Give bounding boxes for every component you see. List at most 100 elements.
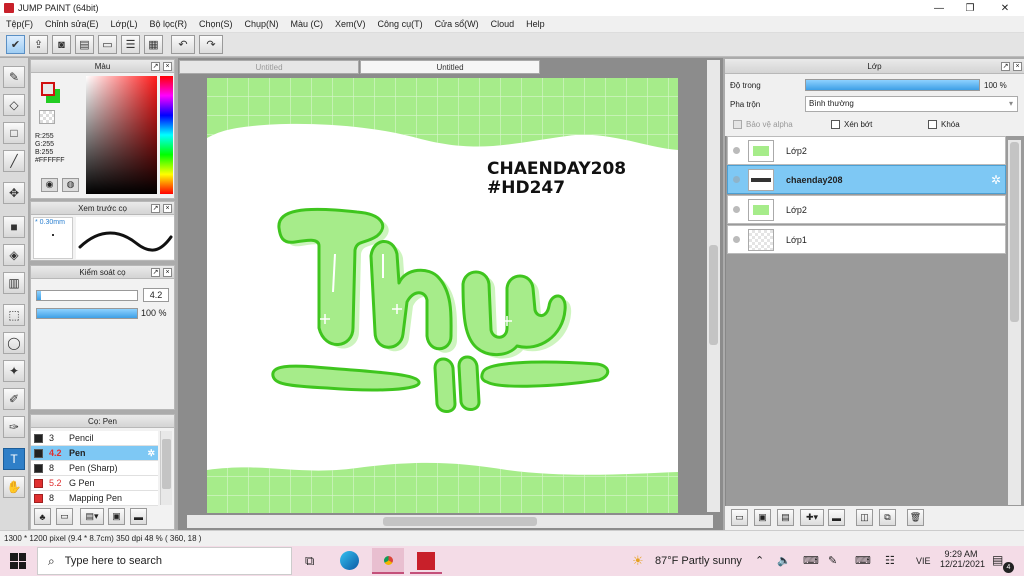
document-icon[interactable]: ▭ — [98, 35, 117, 54]
menu-help[interactable]: Help — [520, 19, 551, 29]
menu-view[interactable]: Xem(V) — [329, 19, 372, 29]
eraser-tool-icon[interactable]: ◇ — [3, 94, 25, 116]
layer-opacity-slider[interactable] — [805, 79, 980, 91]
merge-layer-icon[interactable]: ⧉ — [879, 509, 896, 526]
clip-checkbox[interactable] — [831, 120, 840, 129]
brush-item-pen-sharp[interactable]: 8 Pen (Sharp) — [31, 461, 158, 476]
new-layer-set-icon[interactable]: ▣ — [754, 509, 771, 526]
menu-tools[interactable]: Công cụ(T) — [372, 19, 429, 29]
brush-item-mapping-pen[interactable]: 8 Mapping Pen — [31, 491, 158, 506]
brush-size-value[interactable]: 4.2 — [143, 288, 169, 302]
protect-alpha-checkbox[interactable] — [733, 120, 742, 129]
touch-keyboard-icon[interactable]: ☷ — [885, 554, 895, 567]
mask-layer-icon[interactable]: ◫ — [856, 509, 873, 526]
brush-tool-icon[interactable]: ✎ — [3, 66, 25, 88]
lasso-tool-icon[interactable]: ◯ — [3, 332, 25, 354]
taskbar-search-box[interactable]: ⌕ Type here to search — [37, 547, 292, 575]
brush-item-pencil[interactable]: 3 Pencil — [31, 431, 158, 446]
rectangle-tool-icon[interactable]: □ — [3, 122, 25, 144]
layer-list-scrollbar[interactable] — [1008, 140, 1021, 505]
brush-folder-icon[interactable]: ▬ — [130, 508, 147, 525]
layer-add-menu-icon[interactable]: ✚▾ — [800, 509, 824, 526]
close-button[interactable]: ✕ — [990, 0, 1020, 16]
close-panel-icon[interactable]: × — [163, 204, 172, 213]
windows-start-icon[interactable] — [10, 553, 26, 569]
canvas-vertical-scrollbar[interactable] — [707, 60, 720, 512]
message-icon[interactable]: ▤ — [75, 35, 94, 54]
close-panel-icon[interactable]: × — [163, 268, 172, 277]
saturation-value-picker[interactable] — [86, 76, 157, 194]
delete-layer-icon[interactable]: 🗑 — [907, 509, 924, 526]
layer-row[interactable]: Lớp1 — [727, 225, 1006, 254]
brush-settings-icon[interactable]: ▣ — [108, 508, 125, 525]
grid-list-icon[interactable]: ▦ — [144, 35, 163, 54]
taskbar-chrome-item[interactable] — [372, 548, 404, 574]
network-icon[interactable]: ⌨ — [803, 554, 819, 567]
float-panel-icon[interactable]: ↗ — [151, 204, 160, 213]
weather-text[interactable]: 87°F Partly sunny — [655, 555, 742, 567]
bucket-tool-icon[interactable]: ◈ — [3, 244, 25, 266]
float-panel-icon[interactable]: ↗ — [151, 268, 160, 277]
layer-row[interactable]: Lớp2 — [727, 136, 1006, 165]
tab-untitled-2[interactable]: Untitled — [360, 60, 540, 74]
visibility-dot-icon[interactable] — [733, 206, 740, 213]
task-view-icon[interactable]: ⧉ — [305, 553, 314, 569]
palette-icon[interactable]: ◉ — [41, 178, 58, 192]
rect-select-tool-icon[interactable]: ⬚ — [3, 304, 25, 326]
select-pen-tool-icon[interactable]: ✐ — [3, 388, 25, 410]
pen-icon[interactable]: ✎ — [828, 554, 837, 567]
gear-icon[interactable]: ✲ — [991, 173, 1001, 187]
transparent-swatch[interactable] — [39, 110, 55, 124]
float-panel-icon[interactable]: ↗ — [1001, 62, 1010, 71]
brush-size-slider[interactable] — [36, 290, 138, 301]
weather-icon[interactable]: ☀ — [632, 553, 644, 569]
chevron-up-icon[interactable]: ⌃ — [755, 554, 764, 567]
edge-browser-icon[interactable] — [340, 551, 359, 570]
keyboard-icon[interactable]: ⌨ — [855, 554, 871, 567]
pen-line-tool-icon[interactable]: ╱ — [3, 150, 25, 172]
minimize-button[interactable]: — — [924, 0, 954, 16]
clock[interactable]: 9:29 AM 12/21/2021 — [940, 549, 985, 569]
redo-icon[interactable]: ↷ — [199, 35, 223, 54]
layer-folder-icon[interactable]: ▬ — [828, 509, 845, 526]
copy-layer-icon[interactable]: ▤ — [777, 509, 794, 526]
menu-window[interactable]: Cửa sổ(W) — [429, 19, 485, 29]
layer-row-selected[interactable]: chaenday208 ✲ — [727, 165, 1006, 194]
new-brush-icon[interactable]: ▭ — [56, 508, 73, 525]
comment-icon[interactable]: ◙ — [52, 35, 71, 54]
pick-tool-icon[interactable]: ✋ — [3, 476, 25, 498]
brush-menu-icon[interactable]: ▤▾ — [80, 508, 104, 525]
visibility-dot-icon[interactable] — [733, 236, 740, 243]
gradient-tool-icon[interactable]: ▥ — [3, 272, 25, 294]
lock-checkbox[interactable] — [928, 120, 937, 129]
float-panel-icon[interactable]: ↗ — [151, 62, 160, 71]
select-eraser-tool-icon[interactable]: ✑ — [3, 416, 25, 438]
check-icon[interactable]: ✔ — [6, 35, 25, 54]
menu-color[interactable]: Màu (C) — [285, 19, 330, 29]
blend-mode-select[interactable]: Bình thường ▾ — [805, 96, 1018, 112]
maximize-button[interactable]: ❐ — [955, 0, 985, 16]
menu-edit[interactable]: Chỉnh sửa(E) — [39, 19, 105, 29]
notification-icon[interactable]: ▤ — [992, 553, 1003, 567]
tab-untitled-1[interactable]: Untitled — [179, 60, 359, 74]
drawing-canvas[interactable]: CHAENDAY208 #HD247 — [207, 78, 678, 513]
foreground-color-swatch[interactable] — [41, 82, 55, 96]
text-tool-icon[interactable]: T — [3, 448, 25, 470]
menu-filter[interactable]: Bộ lọc(R) — [143, 19, 193, 29]
magic-wand-tool-icon[interactable]: ✦ — [3, 360, 25, 382]
menu-file[interactable]: Tệp(F) — [0, 19, 39, 29]
brush-add-icon[interactable]: ♣ — [34, 508, 51, 525]
canvas-horizontal-scrollbar[interactable] — [187, 515, 713, 528]
menu-capture[interactable]: Chụp(N) — [239, 19, 285, 29]
menu-cloud[interactable]: Cloud — [485, 19, 521, 29]
menu-select[interactable]: Chọn(S) — [193, 19, 239, 29]
hue-slider[interactable] — [160, 76, 173, 194]
brush-item-g-pen[interactable]: 5.2 G Pen — [31, 476, 158, 491]
input-language[interactable]: VIE — [916, 556, 931, 566]
brush-opacity-slider[interactable] — [36, 308, 138, 319]
gear-icon[interactable]: ✲ — [147, 448, 155, 459]
speaker-icon[interactable]: 🔈 — [777, 554, 791, 567]
close-panel-icon[interactable]: × — [163, 62, 172, 71]
fill-rect-tool-icon[interactable]: ■ — [3, 216, 25, 238]
close-panel-icon[interactable]: × — [1013, 62, 1022, 71]
